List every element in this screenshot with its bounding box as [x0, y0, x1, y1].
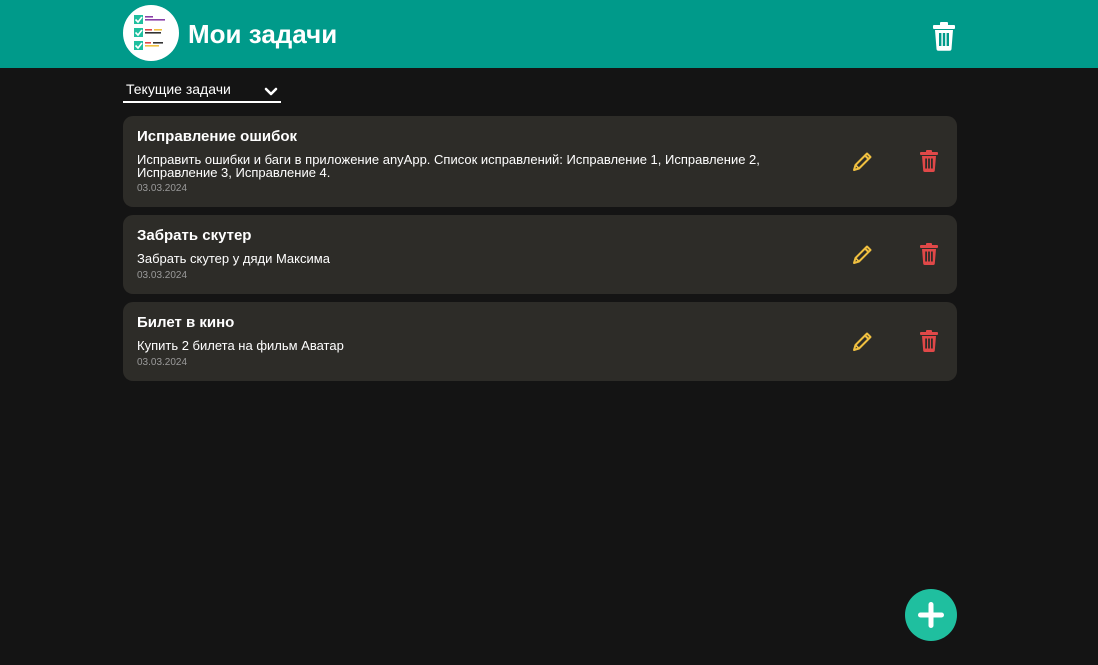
- app-title: Мои задачи: [188, 19, 338, 49]
- pencil-icon: [853, 245, 872, 264]
- edit-task-button[interactable]: [851, 242, 875, 266]
- trash-icon: [920, 330, 938, 352]
- trash-icon: [920, 150, 938, 172]
- task-card: Исправление ошибок Исправить ошибки и ба…: [123, 116, 957, 207]
- filter-selected-label: Текущие задачи: [126, 81, 231, 97]
- task-date: 03.03.2024: [137, 357, 188, 368]
- app-header: Мои задачи: [0, 0, 1098, 68]
- task-title: Исправление ошибок: [137, 128, 297, 145]
- clear-all-trash-icon[interactable]: [931, 21, 957, 51]
- task-description: Купить 2 билета на фильм Аватар: [137, 338, 344, 353]
- pencil-icon: [853, 332, 872, 351]
- task-date: 03.03.2024: [137, 270, 188, 281]
- task-card: Забрать скутер Забрать скутер у дяди Мак…: [123, 215, 957, 294]
- plus-icon: [918, 602, 944, 628]
- trash-icon: [920, 243, 938, 265]
- checklist-logo-icon: [123, 5, 179, 61]
- task-filter-select[interactable]: Текущие задачи: [123, 78, 281, 103]
- delete-task-button[interactable]: [917, 329, 941, 353]
- task-card: Билет в кино Купить 2 билета на фильм Ав…: [123, 302, 957, 381]
- task-title: Забрать скутер: [137, 227, 252, 244]
- delete-task-button[interactable]: [917, 149, 941, 173]
- pencil-icon: [853, 152, 872, 171]
- task-date: 03.03.2024: [137, 183, 188, 194]
- task-description: Исправить ошибки и баги в приложение any…: [137, 152, 760, 180]
- edit-task-button[interactable]: [851, 329, 875, 353]
- task-title: Билет в кино: [137, 314, 235, 331]
- chevron-down-icon: [264, 84, 278, 102]
- task-description: Забрать скутер у дяди Максима: [137, 251, 330, 266]
- edit-task-button[interactable]: [851, 149, 875, 173]
- add-task-button[interactable]: [905, 589, 957, 641]
- delete-task-button[interactable]: [917, 242, 941, 266]
